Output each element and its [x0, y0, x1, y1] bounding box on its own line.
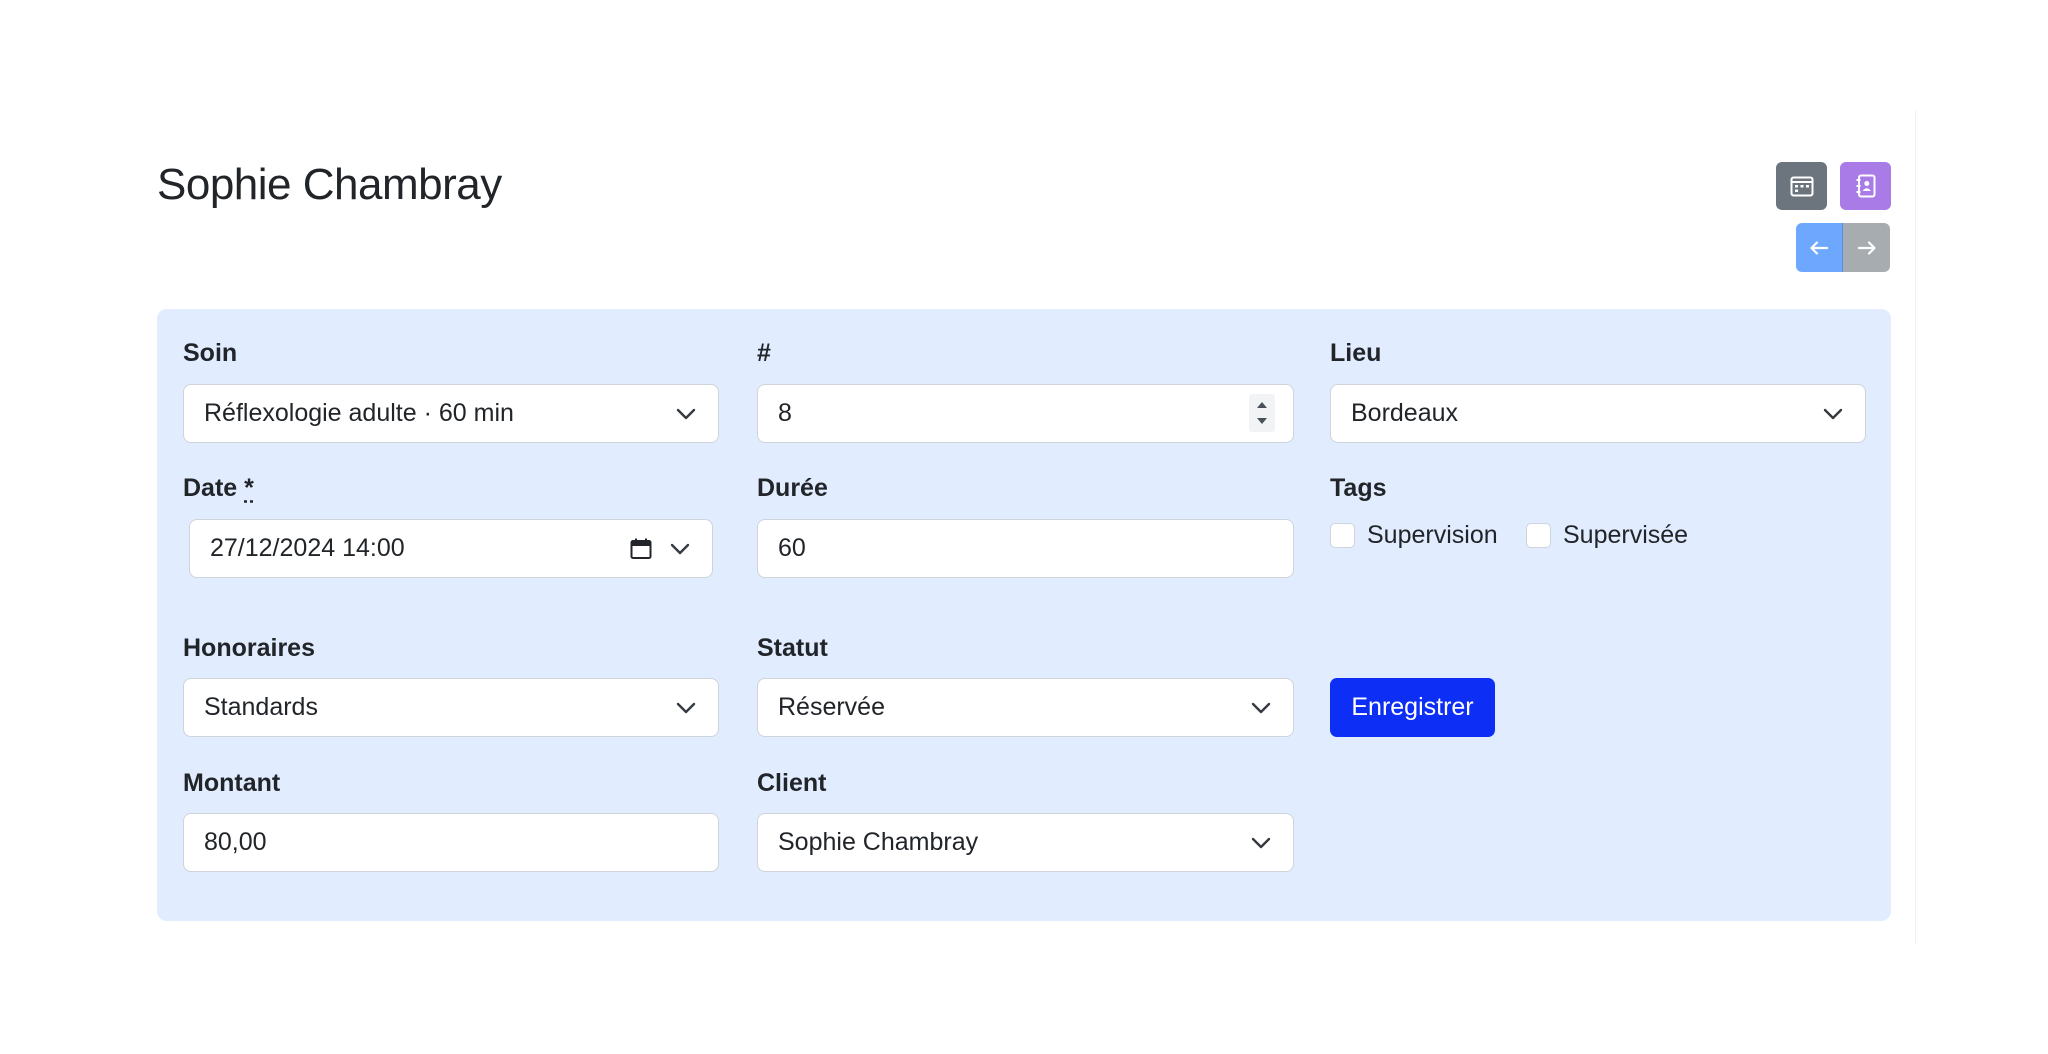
statut-label: Statut: [757, 634, 828, 662]
arrow-left-icon: [1810, 240, 1829, 255]
duree-label: Durée: [757, 474, 828, 502]
supervision-checkbox[interactable]: [1330, 523, 1355, 548]
client-select[interactable]: Sophie Chambray: [757, 813, 1294, 872]
number-value: 8: [778, 399, 792, 427]
tag-supervisee[interactable]: Supervisée: [1526, 521, 1688, 550]
date-label: Date *: [183, 474, 254, 503]
supervision-label: Supervision: [1367, 521, 1498, 549]
date-input[interactable]: 27/12/2024 14:00: [189, 519, 713, 578]
record-navigation: [1796, 223, 1890, 272]
calendar-picker-icon[interactable]: [630, 538, 652, 560]
statut-select[interactable]: Réservée: [757, 678, 1294, 737]
honoraires-select[interactable]: Standards: [183, 678, 719, 737]
next-button[interactable]: [1843, 223, 1890, 272]
chevron-down-icon: [676, 702, 696, 714]
duree-input[interactable]: 60: [757, 519, 1294, 578]
supervisee-label: Supervisée: [1563, 521, 1689, 549]
honoraires-label: Honoraires: [183, 634, 315, 662]
lieu-select[interactable]: Bordeaux: [1330, 384, 1866, 443]
duree-value: 60: [778, 534, 806, 562]
number-label: #: [757, 339, 771, 367]
supervisee-checkbox[interactable]: [1526, 523, 1551, 548]
soin-select[interactable]: Réflexologie adulte · 60 min: [183, 384, 719, 443]
tags-label: Tags: [1330, 474, 1387, 502]
chevron-down-icon: [670, 543, 690, 555]
number-stepper[interactable]: [1249, 394, 1275, 432]
stepper-up-icon: [1257, 402, 1267, 408]
lieu-value: Bordeaux: [1351, 399, 1459, 427]
calendar-icon: [1790, 176, 1813, 197]
soin-value: Réflexologie adulte · 60 min: [204, 399, 514, 427]
content-divider: [1915, 110, 1916, 945]
page-title: Sophie Chambray: [157, 160, 502, 209]
montant-input[interactable]: 80,00: [183, 813, 719, 872]
montant-label: Montant: [183, 769, 281, 797]
stepper-down-icon: [1257, 418, 1267, 424]
montant-value: 80,00: [204, 828, 267, 856]
previous-button[interactable]: [1796, 223, 1843, 272]
honoraires-value: Standards: [204, 693, 318, 721]
tag-supervision[interactable]: Supervision: [1330, 521, 1498, 550]
soin-label: Soin: [183, 339, 238, 367]
appointment-form: Soin Réflexologie adulte · 60 min # 8 Li…: [157, 309, 1891, 921]
chevron-down-icon: [676, 408, 696, 420]
chevron-down-icon: [1823, 408, 1843, 420]
statut-value: Réservée: [778, 693, 885, 721]
appointment-page: Sophie Chambray Soin Réflexologie adulte…: [0, 0, 2048, 1054]
client-label: Client: [757, 769, 827, 797]
arrow-right-icon: [1857, 240, 1876, 255]
chevron-down-icon: [1251, 837, 1271, 849]
date-value: 27/12/2024 14:00: [210, 534, 405, 562]
chevron-down-icon: [1251, 702, 1271, 714]
required-marker: *: [244, 474, 254, 502]
number-input[interactable]: 8: [757, 384, 1294, 443]
lieu-label: Lieu: [1330, 339, 1382, 367]
contact-button[interactable]: [1840, 162, 1891, 210]
contact-book-icon: [1856, 174, 1875, 198]
calendar-button[interactable]: [1776, 162, 1827, 210]
client-value: Sophie Chambray: [778, 828, 979, 856]
date-label-text: Date: [183, 474, 238, 502]
save-button[interactable]: Enregistrer: [1330, 678, 1495, 737]
